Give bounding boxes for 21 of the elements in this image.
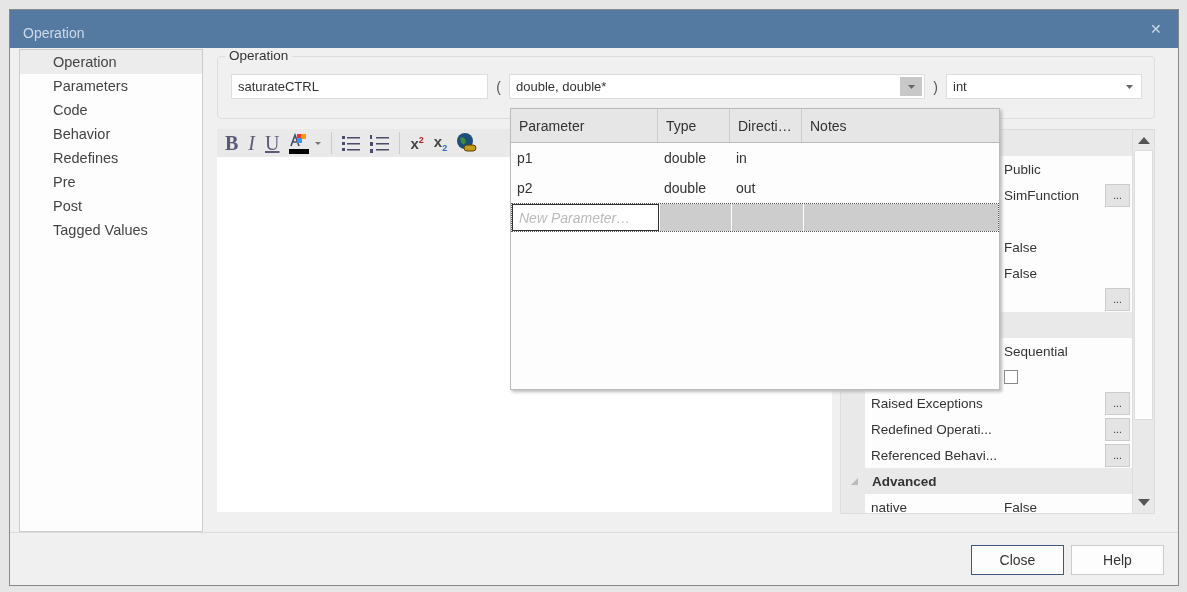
property-name: Raised Exceptions xyxy=(871,395,983,411)
group-header: Advanced xyxy=(872,473,937,489)
table-cell-text: out xyxy=(735,179,757,198)
property-name: Redefined Operati... xyxy=(871,421,992,437)
table-cell-text: double xyxy=(663,179,708,198)
group-label: Operation xyxy=(225,48,293,63)
open-paren: ( xyxy=(495,78,502,95)
property-name: native xyxy=(871,499,908,513)
property-name: Referenced Behavi... xyxy=(871,447,998,463)
property-value: Public xyxy=(1004,161,1041,177)
property-value: Sequential xyxy=(1004,343,1068,359)
property-value: False xyxy=(1004,239,1037,255)
table-cell-text: p2 xyxy=(516,179,534,198)
property-value: SimFunction xyxy=(1004,187,1080,203)
window-title: Operation xyxy=(23,24,85,41)
close-paren: ) xyxy=(932,78,939,95)
property-value: False xyxy=(1004,499,1037,513)
property-value: False xyxy=(1004,265,1037,281)
table-cell-text: in xyxy=(735,149,748,168)
table-cell-text: double xyxy=(663,149,708,168)
table-cell-text: p1 xyxy=(516,149,534,168)
